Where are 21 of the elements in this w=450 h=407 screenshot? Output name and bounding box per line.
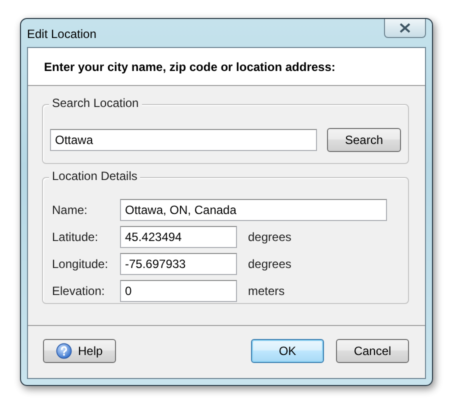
dialog-button[interactable]: OK bbox=[251, 339, 324, 363]
close-button[interactable] bbox=[384, 19, 426, 38]
field-label: Name: bbox=[52, 203, 88, 217]
input-field[interactable]: 45.423494 bbox=[120, 226, 237, 248]
field-label: Longitude: bbox=[52, 257, 110, 271]
search-button[interactable]: Search bbox=[327, 128, 401, 152]
window-title: Edit Location bbox=[27, 27, 96, 41]
dialog-button[interactable]: Cancel bbox=[336, 339, 409, 363]
field-label: Latitude: bbox=[52, 230, 100, 244]
field-label: Elevation: bbox=[52, 284, 106, 298]
input-field[interactable]: -75.697933 bbox=[120, 253, 237, 275]
instruction-text: Enter your city name, zip code or location address: bbox=[44, 60, 336, 74]
unit-label: degrees bbox=[248, 230, 292, 244]
close-icon bbox=[399, 23, 411, 33]
unit-label: meters bbox=[248, 284, 285, 298]
help-icon bbox=[56, 343, 72, 359]
help-button[interactable]: Help bbox=[43, 339, 116, 363]
input-field[interactable]: Ottawa, ON, Canada bbox=[120, 199, 387, 221]
input-field[interactable]: 0 bbox=[120, 280, 237, 302]
search-field[interactable]: Ottawa bbox=[50, 129, 317, 151]
unit-label: degrees bbox=[248, 257, 292, 271]
